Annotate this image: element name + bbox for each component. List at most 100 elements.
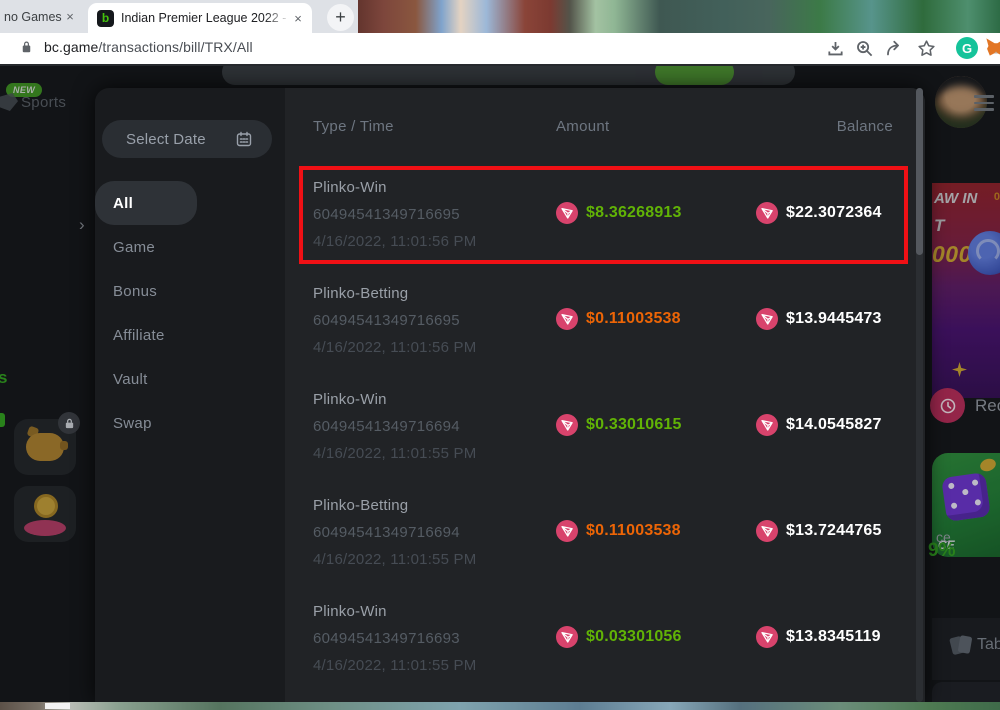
tab-title: no Games &: [4, 9, 62, 24]
coin-drop-tile[interactable]: [14, 486, 76, 542]
modal-tab-bonus[interactable]: Bonus: [95, 269, 285, 313]
balance-cell: $22.3072364: [756, 202, 882, 224]
transaction-type-block: Plinko-Win 60494541349716695 4/16/2022, …: [313, 174, 476, 255]
deposit-button-partial[interactable]: [655, 66, 734, 85]
modal-tab-swap[interactable]: Swap: [95, 401, 285, 445]
tron-icon: [556, 414, 578, 436]
tron-icon: [556, 626, 578, 648]
share-icon[interactable]: [885, 39, 904, 58]
banner-text: AW IN: [934, 190, 978, 207]
clock-icon: [940, 398, 955, 413]
metamask-extension-icon[interactable]: [985, 37, 1000, 59]
table-row[interactable]: Plinko-Betting 60494541349716694 4/16/20…: [285, 478, 925, 584]
amount-cell: $8.36268913: [556, 202, 682, 224]
table-row[interactable]: Plinko-Win 60494541349716693 4/16/2022, …: [285, 584, 925, 690]
tab-close-icon[interactable]: ×: [62, 9, 78, 25]
transaction-id: 60494541349716695: [313, 206, 460, 223]
tab-close-icon[interactable]: ×: [290, 10, 306, 26]
balance-cell: $13.8345119: [756, 626, 881, 648]
banner-text: T: [934, 216, 945, 235]
balance-cell: $13.9445473: [756, 308, 882, 330]
transaction-time: 4/16/2022, 11:01:55 PM: [313, 657, 477, 674]
grammarly-extension-icon[interactable]: G: [956, 37, 978, 59]
table-row[interactable]: Plinko-Win 60494541349716694 4/16/2022, …: [285, 372, 925, 478]
table-row[interactable]: Plinko-Betting 60494541349716695 4/16/20…: [285, 266, 925, 372]
recent-section-label: Rec: [975, 396, 1000, 415]
table-header: Type / Time Amount Balance: [285, 88, 925, 152]
coin-icon: [34, 494, 58, 518]
transactions-modal: Select Date All Game Bonus Affiliate Vault Sw…: [95, 88, 925, 702]
url-path: /transactions/bill/TRX/All: [98, 39, 253, 55]
column-type-time: Type / Time: [313, 118, 394, 135]
zoom-icon[interactable]: [855, 39, 874, 58]
transaction-id: 60494541349716693: [313, 630, 460, 647]
url-text[interactable]: bc.game/transactions/bill/TRX/All: [44, 39, 253, 55]
dice-icon: [941, 472, 991, 522]
transaction-id: 60494541349716695: [313, 312, 460, 329]
modal-tab-game[interactable]: Game: [95, 225, 285, 269]
select-date-filter[interactable]: Select Date: [102, 120, 272, 158]
lock-badge: [58, 412, 80, 434]
transactions-list: Plinko-Win 60494541349716695 4/16/2022, …: [285, 160, 925, 690]
balance-value: $13.7244765: [786, 522, 882, 539]
tron-icon: [556, 308, 578, 330]
balance-cell: $13.7244765: [756, 520, 882, 542]
bookmark-star-icon[interactable]: [917, 39, 936, 58]
amount-cell: $0.03301056: [556, 626, 682, 648]
site-lock-icon[interactable]: [22, 41, 31, 53]
piggy-bank-icon: [26, 433, 64, 461]
table-row[interactable]: Plinko-Win 60494541349716695 4/16/2022, …: [285, 160, 925, 266]
recent-icon[interactable]: [930, 388, 965, 423]
tron-icon: [556, 202, 578, 224]
piggy-bank-bonus-tile[interactable]: [14, 412, 80, 475]
tron-icon: [756, 626, 778, 648]
modal-scrollbar[interactable]: [916, 88, 923, 702]
modal-tab-affiliate[interactable]: Affiliate: [95, 313, 285, 357]
table-games-label[interactable]: Tab: [977, 636, 1000, 654]
calendar-icon: [236, 131, 252, 147]
transaction-id: 60494541349716694: [313, 524, 460, 541]
amount-value: $0.11003538: [586, 522, 681, 539]
taskbar-sliver: [0, 702, 1000, 710]
lottery-ball-icon: [968, 231, 1000, 275]
select-date-label: Select Date: [126, 130, 206, 148]
amount-cell: $0.11003538: [556, 520, 681, 542]
taskbar-item: [45, 703, 70, 709]
transaction-type-tabs: All Game Bonus Affiliate Vault Swap: [95, 181, 285, 445]
scrollbar-thumb[interactable]: [916, 88, 923, 255]
transaction-time: 4/16/2022, 11:01:56 PM: [313, 339, 477, 356]
amount-value: $0.11003538: [586, 310, 681, 327]
screen: no Games & × b Indian Premier League 202…: [0, 0, 1000, 710]
browser-toolbar: bc.game/transactions/bill/TRX/All G: [0, 33, 1000, 64]
url-domain: bc.game: [44, 39, 99, 55]
bcgame-page: NEW Sports › s AW IN 0 T 000 Re CE ce 9%…: [0, 66, 1000, 702]
modal-tab-all[interactable]: All: [95, 181, 197, 225]
tron-icon: [756, 414, 778, 436]
partial-green-text: s: [0, 368, 8, 387]
balance-value: $13.9445473: [786, 310, 882, 327]
tron-icon: [756, 520, 778, 542]
balance-value: $14.0545827: [786, 416, 882, 433]
transaction-time: 4/16/2022, 11:01:55 PM: [313, 551, 477, 568]
browser-tab-active[interactable]: b Indian Premier League 2022 - Fe ×: [88, 3, 312, 33]
install-app-icon[interactable]: [826, 39, 845, 58]
sidebar-expand-chevron-icon[interactable]: ›: [79, 215, 85, 235]
modal-tab-vault[interactable]: Vault: [95, 357, 285, 401]
tab-title: Indian Premier League 2022 - Fe: [121, 11, 290, 25]
browser-tab-casino-games[interactable]: no Games & ×: [0, 0, 86, 33]
menu-hamburger-icon[interactable]: [974, 95, 994, 115]
amount-value: $0.03301056: [586, 628, 682, 645]
column-amount: Amount: [556, 118, 610, 135]
promo-banner[interactable]: AW IN 0 T 000: [932, 183, 1000, 330]
piggy-snout: [60, 441, 68, 450]
tron-icon: [756, 202, 778, 224]
transaction-type: Plinko-Betting: [313, 285, 409, 302]
new-tab-button[interactable]: +: [327, 4, 354, 31]
transaction-type: Plinko-Win: [313, 603, 387, 620]
sidebar-item-sports[interactable]: Sports: [21, 94, 66, 111]
tron-icon: [556, 520, 578, 542]
transaction-type-block: Plinko-Win 60494541349716694 4/16/2022, …: [313, 386, 476, 467]
coin-icon: [978, 456, 998, 474]
balance-value: $22.3072364: [786, 204, 882, 221]
transaction-time: 4/16/2022, 11:01:56 PM: [313, 233, 477, 250]
